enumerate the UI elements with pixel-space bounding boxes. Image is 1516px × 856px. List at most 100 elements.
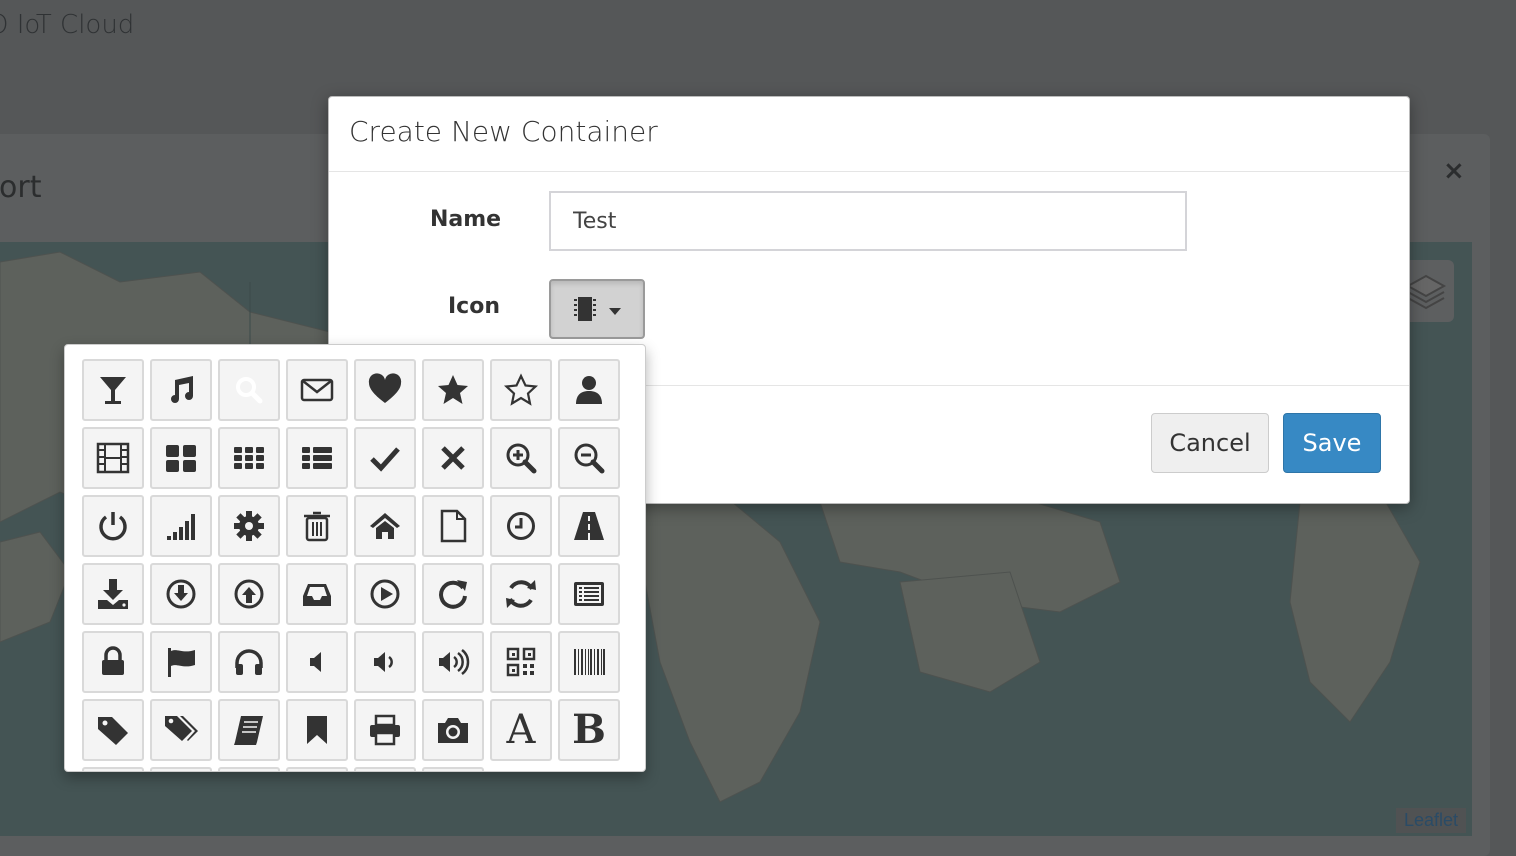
background-panel-title: port [0, 170, 42, 205]
icon-option-tags[interactable] [150, 699, 212, 761]
icon-dropdown-button[interactable] [549, 279, 645, 339]
volume-down-icon [374, 652, 393, 672]
icon-option-th[interactable] [218, 427, 280, 489]
icon-option-text-width[interactable] [218, 767, 280, 771]
icon-option-zoom-out[interactable] [558, 427, 620, 489]
icon-option-road[interactable] [558, 495, 620, 557]
save-button[interactable]: Save [1283, 413, 1381, 473]
icon-option-flag[interactable] [150, 631, 212, 693]
list-alt-icon [574, 582, 604, 606]
off-icon [99, 512, 127, 541]
icon-option-qrcode[interactable] [490, 631, 552, 693]
icon-option-th-list[interactable] [286, 427, 348, 489]
icon-option-tag[interactable] [82, 699, 144, 761]
icon-option-bookmark[interactable] [286, 699, 348, 761]
icon-option-lock[interactable] [82, 631, 144, 693]
book-icon [234, 716, 263, 745]
icon-option-off[interactable] [82, 495, 144, 557]
icon-option-star-empty[interactable] [490, 359, 552, 421]
chevron-down-icon [609, 308, 621, 315]
lock-icon [102, 646, 124, 675]
camera-icon [438, 718, 468, 743]
icon-grid: AB [82, 359, 620, 771]
th-large-icon [166, 445, 196, 472]
ok-icon [370, 447, 400, 472]
chip-icon [574, 297, 596, 321]
volume-off-icon [310, 652, 321, 672]
cancel-button[interactable]: Cancel [1151, 413, 1269, 473]
icon-option-user[interactable] [558, 359, 620, 421]
icon-option-bold[interactable]: B [558, 699, 620, 761]
icon-option-text-height[interactable] [150, 767, 212, 771]
icon-picker-dropdown: AB [64, 344, 646, 772]
icon-option-list-alt[interactable] [558, 563, 620, 625]
name-label: Name [430, 207, 502, 232]
bold-icon: B [572, 706, 606, 753]
icon-option-glass[interactable] [82, 359, 144, 421]
icon-option-envelope[interactable] [286, 359, 348, 421]
leaflet-attribution-link[interactable]: Leaflet [1396, 808, 1467, 833]
icon-option-volume-up[interactable] [422, 631, 484, 693]
icon-option-file[interactable] [422, 495, 484, 557]
icon-option-inbox[interactable] [286, 563, 348, 625]
play-circle-icon [370, 579, 400, 609]
download-icon [166, 579, 196, 609]
film-icon [96, 442, 130, 474]
icon-option-book[interactable] [218, 699, 280, 761]
icon-option-home[interactable] [354, 495, 416, 557]
icon-option-volume-down[interactable] [354, 631, 416, 693]
icon-option-music[interactable] [150, 359, 212, 421]
icon-option-time[interactable] [490, 495, 552, 557]
icon-option-italic[interactable] [82, 767, 144, 771]
home-icon [370, 513, 400, 539]
icon-option-ok[interactable] [354, 427, 416, 489]
icon-option-upload[interactable] [218, 563, 280, 625]
glass-icon [100, 377, 126, 404]
upload-icon [234, 579, 264, 609]
icon-option-font[interactable]: A [490, 699, 552, 761]
icon-option-film[interactable] [82, 427, 144, 489]
th-icon [234, 447, 264, 469]
name-input[interactable] [549, 191, 1187, 251]
cog-icon [234, 511, 264, 541]
file-icon [440, 509, 467, 543]
icon-option-align-center[interactable] [354, 767, 416, 771]
tags-icon [165, 716, 198, 741]
icon-option-volume-off[interactable] [286, 631, 348, 693]
background-close-icon[interactable]: × [1443, 156, 1465, 186]
time-icon [507, 512, 535, 540]
icon-option-download-alt[interactable] [82, 563, 144, 625]
icon-option-barcode[interactable] [558, 631, 620, 693]
refresh-icon [506, 580, 536, 608]
icon-option-th-large[interactable] [150, 427, 212, 489]
font-icon: A [506, 707, 536, 753]
icon-option-align-right[interactable] [422, 767, 484, 771]
flag-icon [168, 648, 195, 677]
icon-option-star[interactable] [422, 359, 484, 421]
icon-option-download[interactable] [150, 563, 212, 625]
icon-option-print[interactable] [354, 699, 416, 761]
icon-option-refresh[interactable] [490, 563, 552, 625]
icon-option-trash[interactable] [286, 495, 348, 557]
icon-option-remove[interactable] [422, 427, 484, 489]
signal-icon [167, 514, 195, 540]
icon-option-zoom-in[interactable] [490, 427, 552, 489]
print-icon [370, 714, 400, 746]
user-icon [576, 376, 602, 404]
icon-option-search[interactable] [218, 359, 280, 421]
search-icon [236, 377, 263, 404]
icon-option-cog[interactable] [218, 495, 280, 557]
icon-option-headphones[interactable] [218, 631, 280, 693]
star-empty-icon [503, 373, 539, 406]
tag-icon [98, 717, 128, 745]
icon-option-camera[interactable] [422, 699, 484, 761]
icon-option-align-left[interactable] [286, 767, 348, 771]
remove-icon [441, 446, 465, 470]
icon-option-signal[interactable] [150, 495, 212, 557]
icon-option-repeat[interactable] [422, 563, 484, 625]
icon-option-play-circle[interactable] [354, 563, 416, 625]
bookmark-icon [307, 716, 327, 744]
road-icon [574, 512, 604, 540]
icon-option-heart[interactable] [354, 359, 416, 421]
volume-up-icon [439, 649, 470, 675]
